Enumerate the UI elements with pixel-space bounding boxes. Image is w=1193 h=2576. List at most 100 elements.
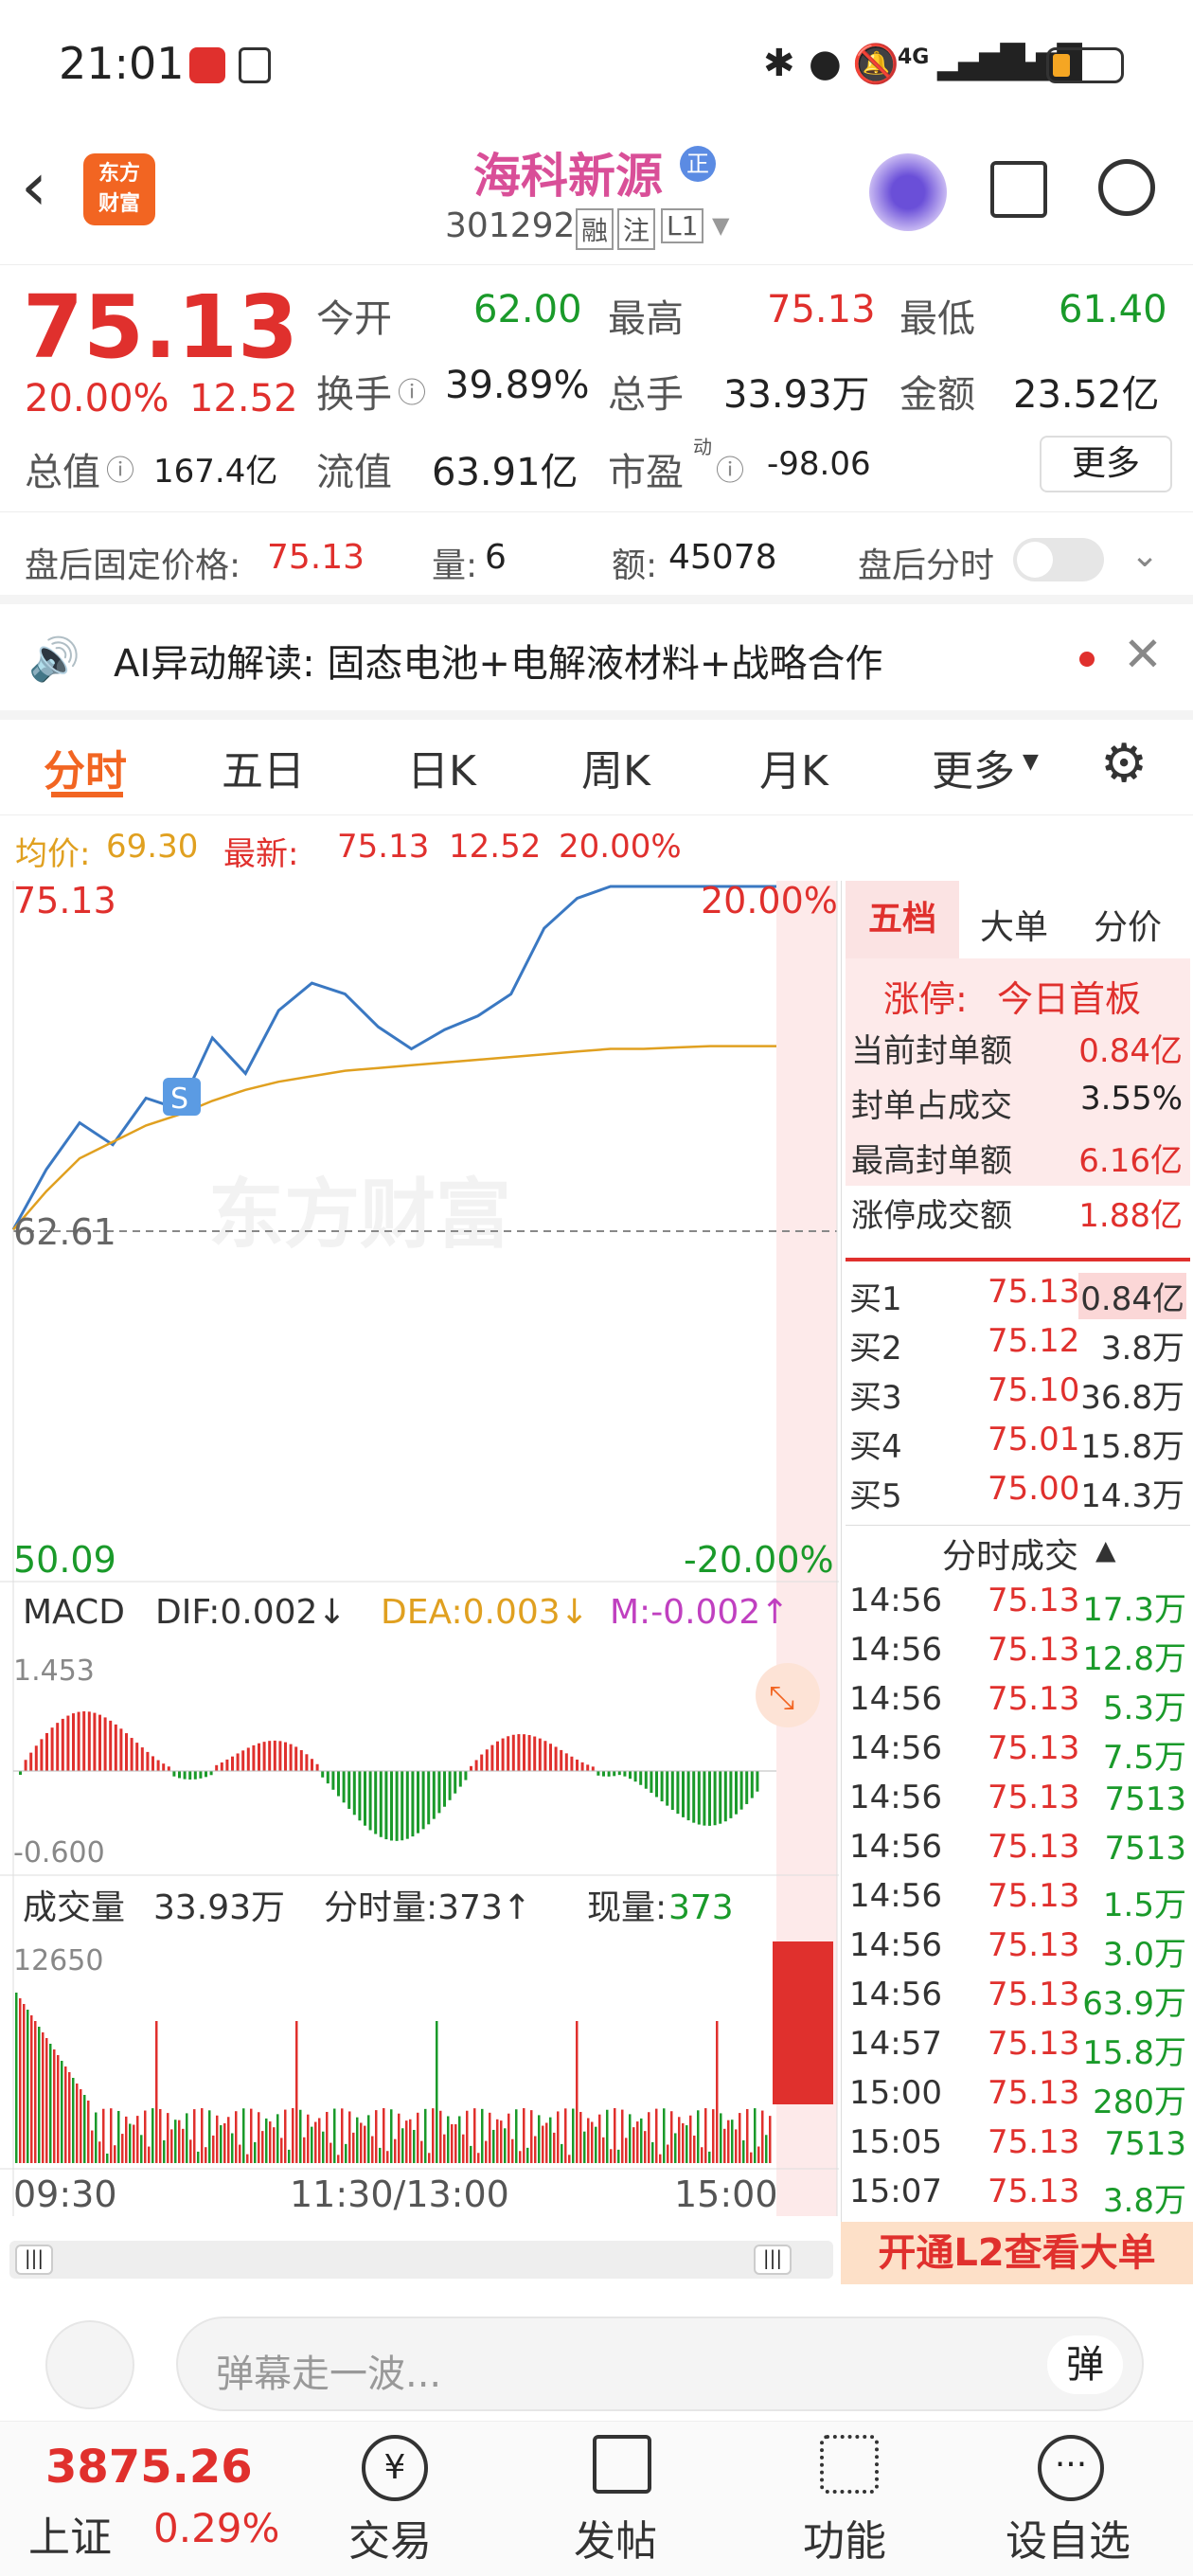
- tab-yuek[interactable]: 月K: [759, 737, 828, 797]
- buy-level-row[interactable]: 买5 75.00 14.3万: [846, 1464, 1190, 1515]
- dropdown-icon[interactable]: ▼: [712, 212, 729, 239]
- scroll-handle-right[interactable]: |||: [754, 2245, 792, 2275]
- more-button[interactable]: 更多: [1040, 436, 1172, 492]
- volume-bar: [731, 2120, 734, 2163]
- macd-bar: [511, 1734, 515, 1771]
- macd-bar: [374, 1771, 378, 1834]
- post-icon[interactable]: [593, 2435, 651, 2494]
- volume-bar: [398, 2113, 401, 2163]
- macd-bar: [289, 1744, 293, 1771]
- volume-bar: [295, 2021, 298, 2163]
- macd-bar: [650, 1771, 653, 1794]
- intraday-chart[interactable]: 东方财富 75.13 20.00% 62.61 50.09 -20.00% S …: [0, 881, 839, 2235]
- buy-volume: 3.8万: [1100, 1330, 1184, 1368]
- info-icon[interactable]: ⓘ: [398, 369, 426, 411]
- volume-bar: [19, 1998, 22, 2163]
- volume-bar: [636, 2121, 639, 2163]
- trade-row: 14:56 75.13 1.5万: [846, 1871, 1190, 1924]
- volume-bar: [269, 2121, 272, 2163]
- pe-value: -98.06: [767, 445, 871, 483]
- info-icon-2[interactable]: ⓘ: [106, 447, 134, 489]
- search-icon[interactable]: [1098, 159, 1155, 216]
- macd-bar: [617, 1771, 621, 1776]
- macd-bar: [29, 1752, 33, 1771]
- sort-up-icon[interactable]: ▲: [1095, 1534, 1116, 1565]
- volume-bar: [64, 2066, 67, 2163]
- robot-icon[interactable]: [869, 153, 947, 231]
- share-icon[interactable]: [990, 161, 1047, 218]
- l2-banner[interactable]: 开通L2查看大单: [841, 2222, 1193, 2284]
- trade-row: 14:56 75.13 63.9万: [846, 1970, 1190, 2023]
- chevron-down-icon[interactable]: ⌄: [1131, 536, 1159, 575]
- trade-volume: 280万: [1093, 2084, 1186, 2121]
- volume-bar: [674, 2133, 677, 2163]
- tab-rik[interactable]: 日K: [407, 737, 476, 797]
- macd-bar: [258, 1743, 260, 1771]
- volume-bar: [163, 2139, 166, 2163]
- side-tab-fenjia[interactable]: 分价: [1094, 900, 1162, 949]
- volume-bar: [205, 2147, 207, 2163]
- buy-level-row[interactable]: 买1 75.13 0.84亿: [846, 1267, 1190, 1319]
- buy-level-row[interactable]: 买3 75.10 36.8万: [846, 1366, 1190, 1417]
- volume-bar: [629, 2114, 632, 2163]
- function-label[interactable]: 功能: [803, 2507, 886, 2567]
- trade-icon[interactable]: ¥: [362, 2435, 428, 2501]
- volume-bar: [87, 2101, 90, 2163]
- volume-bar: [746, 2108, 749, 2163]
- tab-more[interactable]: 更多: [932, 737, 1015, 797]
- buy-level-row[interactable]: 买4 75.01 15.8万: [846, 1415, 1190, 1466]
- macd-bar: [405, 1771, 409, 1839]
- comment-input[interactable]: 弹幕走一波... 弹: [176, 2317, 1144, 2411]
- watchlist-label[interactable]: 设自选: [1006, 2507, 1131, 2567]
- danmu-settings-icon[interactable]: [45, 2320, 134, 2409]
- avg-value: 69.30: [106, 828, 199, 866]
- x-label-mid: 11:30/13:00: [290, 2174, 509, 2215]
- volume-bar: [526, 2147, 529, 2163]
- tab-wuri[interactable]: 五日: [222, 737, 305, 797]
- macd-bar: [299, 1749, 303, 1771]
- trades-title[interactable]: 分时成交: [942, 1529, 1078, 1578]
- scroll-handle-left[interactable]: |||: [15, 2245, 53, 2275]
- macd-bar: [554, 1746, 558, 1771]
- tab-zhouk[interactable]: 周K: [581, 737, 650, 797]
- stat-value: 0.84亿: [1078, 1032, 1183, 1070]
- macd-bottom: -0.600: [13, 1836, 105, 1869]
- volume-bar: [61, 2061, 63, 2163]
- close-icon[interactable]: ✕: [1123, 627, 1163, 682]
- index-value[interactable]: 3875.26: [45, 2441, 253, 2494]
- macd-bar: [729, 1771, 733, 1818]
- trade-volume: 12.8万: [1082, 1640, 1186, 1678]
- macd-bar: [215, 1764, 219, 1771]
- macd-bar: [496, 1741, 499, 1771]
- limit-stat-row: 封单占成交 3.55%: [851, 1074, 1183, 1129]
- more-icon[interactable]: ···: [1038, 2435, 1104, 2501]
- side-tab-dadan[interactable]: 大单: [980, 900, 1048, 949]
- volume-bar: [689, 2115, 692, 2163]
- order-book: 买1 75.13 0.84亿 买2 75.12 3.8万 买3 75.10 36.8万 买4 75.…: [846, 1267, 1190, 1515]
- trade-label[interactable]: 交易: [348, 2507, 432, 2567]
- after-toggle[interactable]: [1013, 538, 1104, 581]
- app-logo[interactable]: 东方 财富: [83, 153, 155, 225]
- volume-bar: [208, 2110, 211, 2163]
- tab-fenshi[interactable]: 分时: [44, 737, 127, 797]
- volume-bar: [451, 2123, 454, 2163]
- function-icon[interactable]: [820, 2435, 879, 2494]
- back-icon[interactable]: ‹: [21, 153, 47, 220]
- ai-banner[interactable]: 🔊 AI异动解读: 固态电池+电解液材料+战略合作 ✕: [0, 604, 1193, 710]
- macd-bar: [417, 1771, 419, 1834]
- volume-bar: [727, 2120, 730, 2163]
- macd-bar: [686, 1771, 690, 1821]
- side-tab-wudang[interactable]: 五档: [846, 881, 959, 958]
- danmu-toggle[interactable]: 弹: [1047, 2335, 1123, 2394]
- gear-icon[interactable]: ⚙: [1100, 733, 1148, 795]
- mute-icon: 🔕: [852, 43, 899, 86]
- macd-bar: [167, 1766, 170, 1771]
- volume-bar: [595, 2126, 597, 2163]
- info-icon-3[interactable]: ⓘ: [716, 447, 744, 489]
- post-label[interactable]: 发帖: [574, 2507, 657, 2567]
- volume-bar: [15, 1993, 18, 2163]
- macd-bar: [220, 1762, 223, 1771]
- buy-level-row[interactable]: 买2 75.12 3.8万: [846, 1316, 1190, 1368]
- time-scrollbar[interactable]: ||| |||: [9, 2241, 833, 2279]
- trade-price: 75.13: [988, 1926, 1080, 1964]
